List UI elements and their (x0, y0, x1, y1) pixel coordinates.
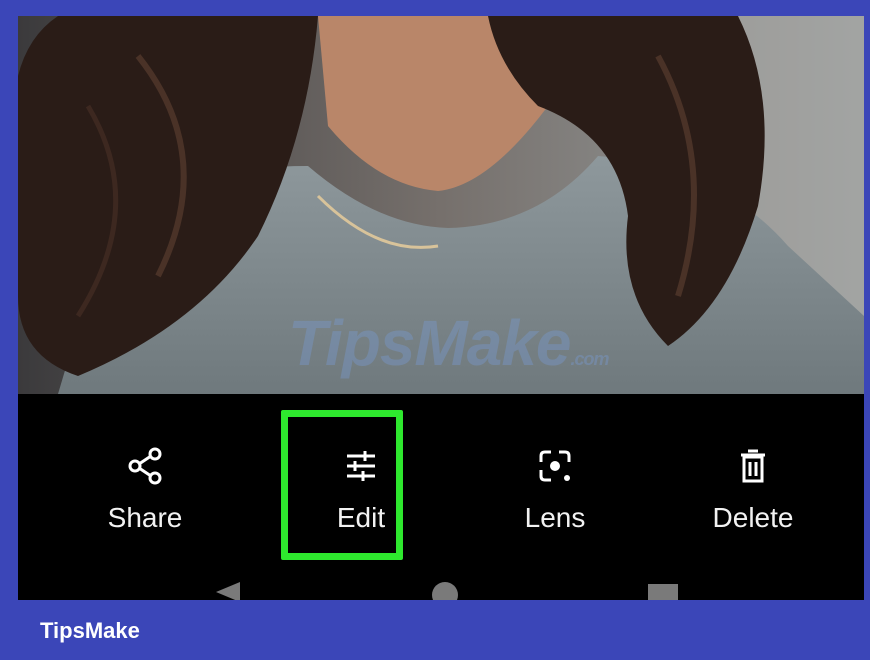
trash-icon (668, 446, 838, 486)
photo-viewer[interactable]: TipsMake.com (18, 16, 864, 394)
frame-border-top (0, 0, 870, 16)
system-nav-bar (18, 572, 864, 608)
screenshot-frame: TipsMake.com Share Edit Lens Delete Tips… (0, 0, 870, 660)
delete-label: Delete (712, 502, 794, 533)
watermark-suffix: .com (570, 349, 610, 369)
photo-action-toolbar: Share Edit Lens Delete (18, 394, 864, 608)
frame-border-left (0, 0, 18, 600)
watermark-text: TipsMake.com (288, 306, 610, 380)
edit-highlight-box (281, 410, 403, 560)
footer-brand: TipsMake (40, 618, 140, 643)
lens-icon (470, 446, 640, 486)
share-label: Share (107, 502, 183, 533)
back-icon[interactable] (216, 582, 240, 602)
share-icon (60, 446, 230, 486)
share-button[interactable]: Share (60, 394, 230, 574)
frame-border-right (864, 0, 870, 600)
delete-button[interactable]: Delete (668, 394, 838, 574)
watermark-brand: TipsMake (288, 307, 571, 379)
lens-label: Lens (524, 502, 586, 533)
footer-bar: TipsMake (0, 600, 870, 660)
lens-button[interactable]: Lens (470, 394, 640, 574)
